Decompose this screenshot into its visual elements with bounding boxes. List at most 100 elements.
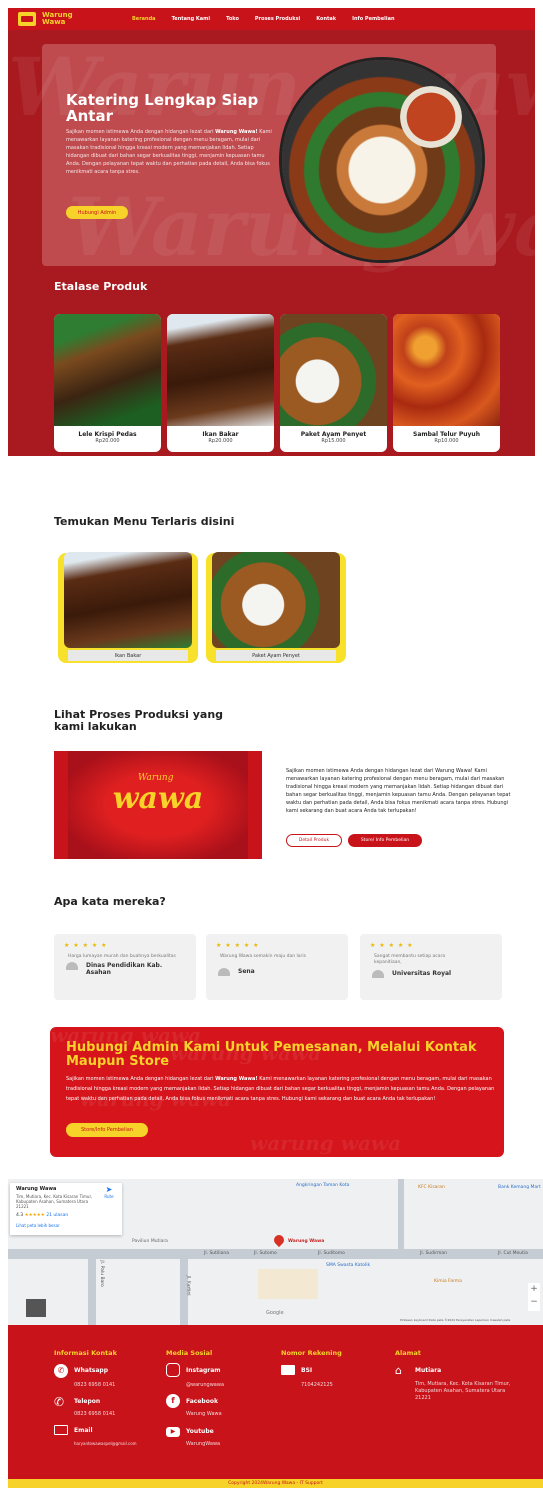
email-address[interactable]: haryantowawaspel@gmail.com	[74, 1440, 137, 1447]
map-label: Kimia Farma	[434, 1279, 462, 1284]
testimonial-author: Sena	[218, 968, 348, 976]
telepon-label: Telepon	[74, 1398, 101, 1405]
hero-text-start: Sajikan momen istimewa Anda dengan hidan…	[66, 129, 216, 135]
cta-watermark: warung wawa	[250, 1131, 402, 1155]
larger-map-link[interactable]: Lihat peta lebih besar	[16, 1223, 60, 1228]
alamat-area: Mutiara	[415, 1367, 442, 1374]
testimonial-text: Harga lumayan murah dan buahnya berkuali…	[68, 954, 176, 959]
street-view-thumbnail[interactable]	[26, 1299, 46, 1317]
product-card[interactable]: Sambal Telur Puyuh Rp10.000	[393, 314, 500, 452]
directions-button[interactable]: ➤ Rute	[102, 1186, 116, 1200]
avatar	[218, 968, 230, 976]
map-label: Jl. Sutomo	[254, 1251, 277, 1256]
map-label: Jl. Cut Meutia	[498, 1251, 528, 1256]
telepon-number[interactable]: 0823 6958 0141	[74, 1411, 115, 1418]
product-image	[280, 314, 387, 426]
product-price: Rp20.000	[208, 438, 233, 444]
testimonial-card: ★ ★ ★ ★ ★ Sangat membantu setiap acara k…	[360, 934, 502, 1000]
place-name: Warung Wawa	[16, 1186, 57, 1192]
whatsapp-number[interactable]: 0823 6958 0141	[74, 1382, 115, 1389]
map-attribution[interactable]: Pintasan keyboard Data peta ©2024 Persya…	[400, 1318, 510, 1322]
whatsapp-icon[interactable]: ✆	[54, 1364, 68, 1378]
email-label: Email	[74, 1427, 93, 1434]
instagram-icon[interactable]	[166, 1363, 180, 1377]
process-image: Warung wawa	[54, 751, 262, 859]
facebook-label: Facebook	[186, 1398, 218, 1405]
rating-stars: ★★★★★	[24, 1213, 45, 1218]
hero-sambal-bowl	[400, 86, 462, 148]
cta-description: Sajikan momen istimewa Anda dengan hidan…	[66, 1074, 496, 1104]
product-image	[54, 314, 161, 426]
map-label: Jl. Sutiliana	[204, 1251, 230, 1256]
map-label: Bank Kemang Mart	[498, 1185, 541, 1190]
map-label: Jl. Sudirman	[420, 1251, 448, 1256]
process-logo: wawa	[112, 781, 204, 816]
process-title: Lihat Proses Produksi yang kami lakukan	[54, 708, 224, 733]
hero-title: Katering Lengkap Siap Antar	[66, 91, 259, 125]
brand-logo[interactable]	[18, 12, 36, 26]
footer-rekening-title: Nomor Rekening	[281, 1349, 342, 1357]
cta-title: Hubungi Admin Kami Untuk Pemesanan, Mela…	[66, 1040, 477, 1069]
copyright-bar: Copyright 2024Warung Wawa - IT Support	[8, 1479, 543, 1488]
bank-label: BSI	[301, 1367, 313, 1374]
rating-stars: ★ ★ ★ ★ ★	[216, 942, 260, 949]
product-card[interactable]: Lele Krispi Pedas Rp20.000	[54, 314, 161, 452]
best-seller-label: Paket Ayam Penyet	[216, 650, 336, 661]
store-info-button[interactable]: Store/ Info Pembelian	[348, 834, 422, 847]
testimonial-name: Sena	[238, 968, 255, 975]
map-zoom-controls: + −	[528, 1283, 540, 1311]
product-name: Ikan Bakar	[202, 431, 239, 438]
zoom-out-button[interactable]: −	[528, 1296, 540, 1309]
hubungi-admin-button[interactable]: Hubungi Admin	[66, 206, 128, 219]
nav-item-tentang-kami[interactable]: Tentang Kami	[172, 16, 211, 22]
nav-menu: Beranda Tentang Kami Toko Proses Produks…	[132, 16, 395, 22]
detail-produk-button[interactable]: Detail Produk	[286, 834, 342, 847]
place-rating: 4.3 ★★★★★ 21 ulasan	[16, 1213, 68, 1218]
hero-food-image	[282, 60, 482, 260]
hero-description: Sajikan momen istimewa Anda dengan hidan…	[66, 128, 274, 176]
brand-name[interactable]: Warung Wawa	[42, 12, 82, 26]
youtube-channel[interactable]: WarungWawa	[186, 1441, 220, 1448]
product-name: Paket Ayam Penyet	[300, 431, 367, 438]
phone-icon: ✆	[54, 1395, 65, 1409]
nav-item-info-pembelian[interactable]: Info Pembelian	[352, 16, 394, 22]
best-seller-title: Temukan Menu Terlaris disini	[54, 515, 235, 528]
footer-alamat-title: Alamat	[395, 1349, 421, 1357]
hero-text-end: Kami menawarkan layanan katering profesi…	[66, 129, 272, 175]
product-price: Rp10.000	[434, 438, 459, 444]
footer-media-title: Media Sosial	[166, 1349, 213, 1357]
map-label: Angkringan Taman Kota	[296, 1183, 350, 1188]
map-road	[398, 1179, 404, 1249]
product-card[interactable]: Ikan Bakar Rp20.000	[167, 314, 274, 452]
zoom-in-button[interactable]: +	[528, 1283, 540, 1296]
nav-item-toko[interactable]: Toko	[226, 16, 239, 22]
product-card[interactable]: Paket Ayam Penyet Rp15.000	[280, 314, 387, 452]
map-label: Paviliun Mutiara	[132, 1239, 168, 1244]
alamat-address: Tim, Mutiara, Kec. Kota Kisaran Timur, K…	[415, 1381, 511, 1401]
avatar	[372, 970, 384, 978]
directions-label: Rute	[104, 1194, 114, 1199]
map-pin-icon[interactable]	[271, 1232, 287, 1248]
testimonial-text: Sangat membantu setiap acara kepanitiaan…	[374, 954, 446, 965]
nav-item-beranda[interactable]: Beranda	[132, 16, 156, 22]
best-seller-label: Ikan Bakar	[68, 650, 188, 661]
reviews-link[interactable]: 21 ulasan	[46, 1213, 68, 1218]
facebook-page[interactable]: Warung Wawa	[186, 1411, 222, 1418]
testimonial-author: Dinas Pendidikan Kab. Asahan	[66, 962, 196, 976]
navbar: Warung Wawa Beranda Tentang Kami Toko Pr…	[8, 8, 535, 30]
testimonials-title: Apa kata mereka?	[54, 895, 166, 908]
youtube-icon[interactable]: ▶	[166, 1427, 180, 1437]
store-info-pembelian-button[interactable]: Store/Info Pembelian	[66, 1123, 148, 1137]
footer-kontak-title: Informasi Kontak	[54, 1349, 117, 1357]
product-image	[393, 314, 500, 426]
etalase-title: Etalase Produk	[54, 280, 148, 293]
testimonial-card: ★ ★ ★ ★ ★ Warung Wawa semakin maju dan l…	[206, 934, 348, 1000]
facebook-icon[interactable]: f	[166, 1394, 180, 1408]
nav-item-proses-produksi[interactable]: Proses Produksi	[255, 16, 300, 22]
cta-text-start: Sajikan momen istimewa Anda dengan hidan…	[66, 1076, 216, 1082]
map-label: Jl. Kartini	[185, 1275, 191, 1296]
instagram-handle[interactable]: @warungwawa	[186, 1382, 224, 1389]
nav-item-kontak[interactable]: Kontak	[316, 16, 336, 22]
whatsapp-label: Whatsapp	[74, 1367, 109, 1374]
map-label: KFC Kisaran	[418, 1185, 445, 1190]
